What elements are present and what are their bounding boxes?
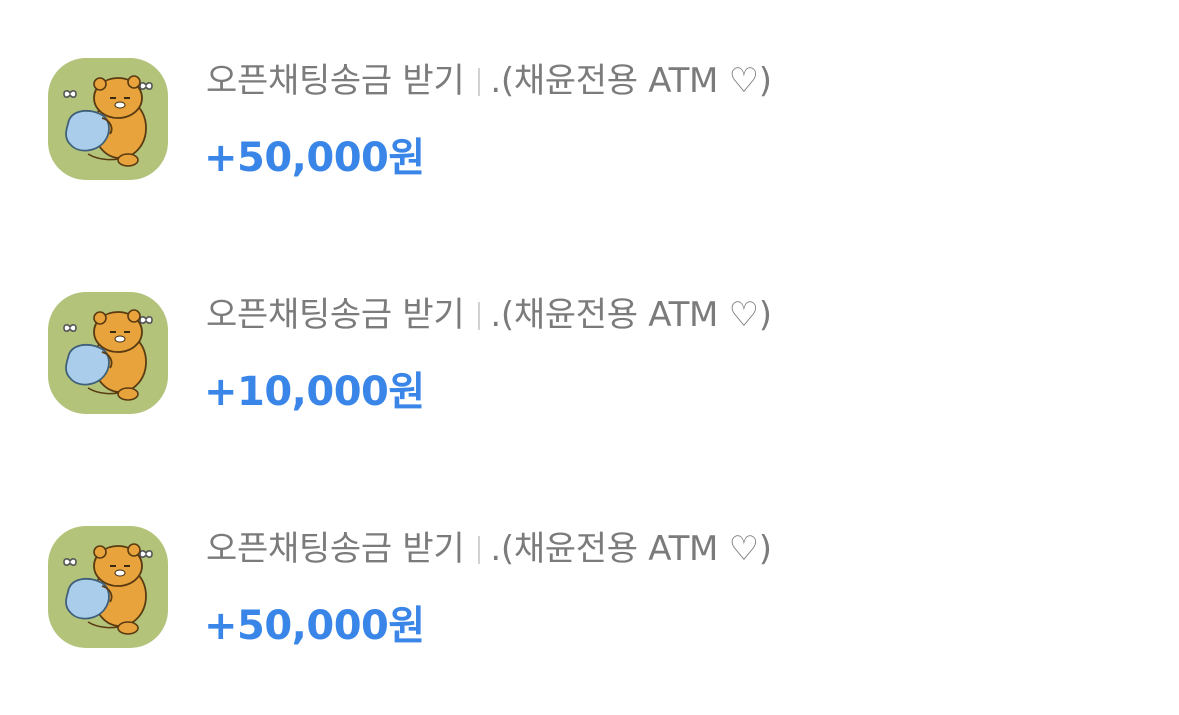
counterparty-name: .(채윤전용 ATM ♡) xyxy=(490,61,772,101)
counterparty-name: .(채윤전용 ATM ♡) xyxy=(490,529,772,569)
transaction-type-label: 오픈채팅송금 받기 xyxy=(206,529,465,569)
counterparty-name: .(채윤전용 ATM ♡) xyxy=(490,295,772,335)
transaction-amount: +10,000원 xyxy=(204,369,425,415)
transaction-title: 오픈채팅송금 받기 .(채윤전용 ATM ♡) xyxy=(206,526,772,572)
title-divider xyxy=(478,68,481,96)
transaction-item[interactable]: 오픈채팅송금 받기 .(채윤전용 ATM ♡) +10,000원 xyxy=(0,274,1179,434)
title-divider xyxy=(478,302,481,330)
transaction-type-label: 오픈채팅송금 받기 xyxy=(206,61,465,101)
ryan-bear-avatar-icon xyxy=(48,292,168,414)
transaction-amount: +50,000원 xyxy=(204,603,425,649)
transaction-item[interactable]: 오픈채팅송금 받기 .(채윤전용 ATM ♡) +50,000원 xyxy=(0,508,1179,668)
transaction-type-label: 오픈채팅송금 받기 xyxy=(206,295,465,335)
transaction-title: 오픈채팅송금 받기 .(채윤전용 ATM ♡) xyxy=(206,292,772,338)
transaction-item[interactable]: 오픈채팅송금 받기 .(채윤전용 ATM ♡) +50,000원 xyxy=(0,40,1179,200)
title-divider xyxy=(478,536,481,564)
transaction-amount: +50,000원 xyxy=(204,135,425,181)
transaction-title: 오픈채팅송금 받기 .(채윤전용 ATM ♡) xyxy=(206,58,772,104)
ryan-bear-avatar-icon xyxy=(48,58,168,180)
transaction-list: 오픈채팅송금 받기 .(채윤전용 ATM ♡) +50,000원 오픈채팅송금 … xyxy=(0,0,1179,715)
ryan-bear-avatar-icon xyxy=(48,526,168,648)
